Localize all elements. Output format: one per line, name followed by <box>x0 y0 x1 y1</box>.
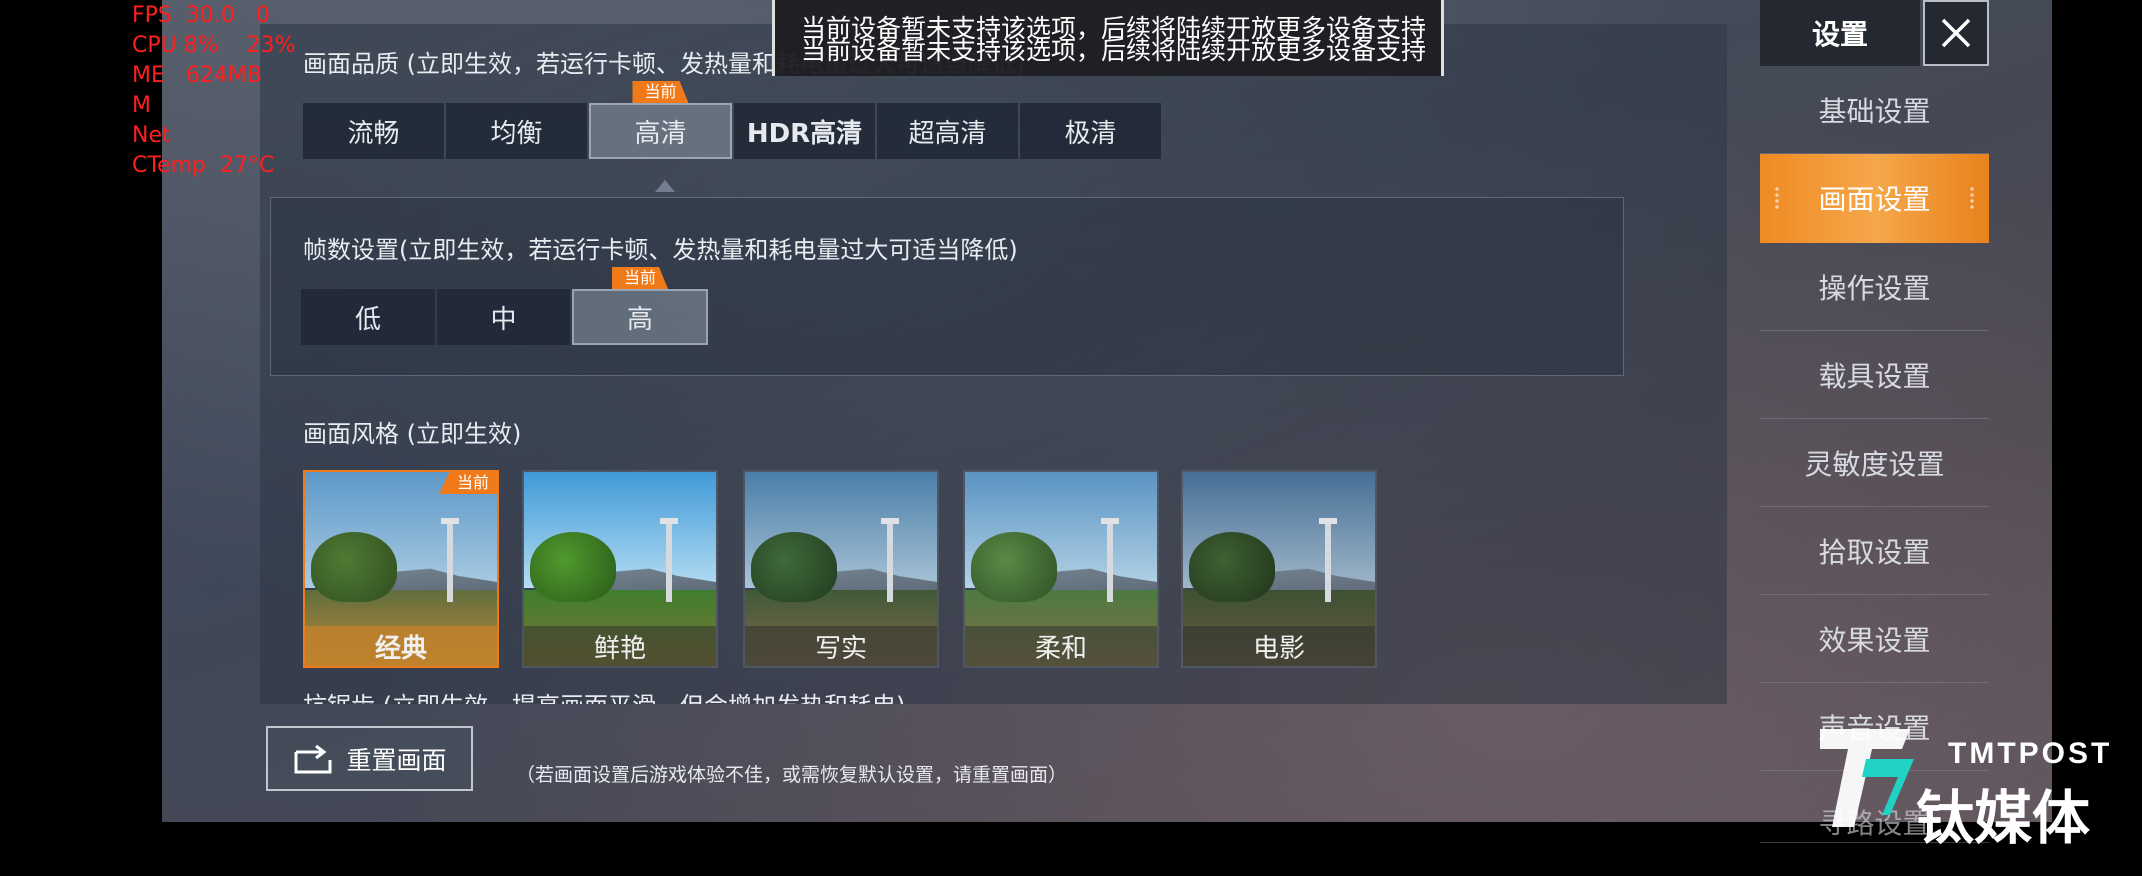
current-badge: 当前 <box>611 267 669 289</box>
debug-line: ME 624MB <box>132 63 262 88</box>
style-label: 经典 <box>305 626 497 666</box>
fps-option-medium[interactable]: 中 <box>437 289 570 345</box>
quality-option-hdr[interactable]: HDR高清 <box>734 103 875 159</box>
style-label: 鲜艳 <box>524 626 716 666</box>
close-icon <box>1941 18 1971 48</box>
toast-line-2: 当前设备暂未支持该选项，后续将陆续开放更多设备支持 <box>801 36 1427 65</box>
debug-line: M <box>132 93 151 118</box>
style-option-realistic[interactable]: 写实 <box>743 470 939 668</box>
watermark-name: 钛媒体 <box>1916 784 2091 852</box>
quality-option-hd[interactable]: 当前 高清 <box>589 81 732 159</box>
quality-option-ultra-hd[interactable]: 超高清 <box>877 103 1018 159</box>
caret-up-icon <box>655 180 675 192</box>
fps-option-low[interactable]: 低 <box>301 289 435 345</box>
reset-note: （若画面设置后游戏体验不佳，或需恢复默认设置，请重置画面） <box>516 764 1068 786</box>
fps-section-title: 帧数设置(立即生效，若运行卡顿、发热量和耗电量过大可适当降低) <box>303 236 1018 264</box>
quality-selector: 流畅 均衡 当前 高清 HDR高清 超高清 极清 <box>303 81 1161 159</box>
style-section-title: 画面风格 (立即生效) <box>303 420 522 448</box>
unsupported-toast: 当前设备暂未支持该选项，后续将陆续开放更多设备支持 当前设备暂未支持该选项，后续… <box>772 0 1444 76</box>
debug-line: CPU 8% 23% <box>132 33 296 58</box>
current-badge: 当前 <box>632 81 689 103</box>
style-label: 柔和 <box>965 626 1157 666</box>
grip-icon <box>1774 186 1780 210</box>
style-label: 写实 <box>745 626 937 666</box>
nav-graphics-settings[interactable]: 画面设置 <box>1760 154 1989 243</box>
nav-basic-settings[interactable]: 基础设置 <box>1760 66 1989 154</box>
reset-label: 重置画面 <box>346 745 447 775</box>
style-option-soft[interactable]: 柔和 <box>963 470 1159 668</box>
settings-title: 设置 <box>1760 0 1920 66</box>
performance-overlay: FPS 30.0 0 CPU 8% 23% ME 624MB M Net CTe… <box>132 1 296 181</box>
sidebar-header: 设置 <box>1760 0 1989 66</box>
tmtpost-watermark: TMTPOST 钛媒体 <box>1810 715 2109 852</box>
nav-control-settings[interactable]: 操作设置 <box>1760 243 1989 331</box>
close-button[interactable] <box>1923 0 1989 66</box>
nav-effects-settings[interactable]: 效果设置 <box>1760 595 1989 683</box>
quality-option-balanced[interactable]: 均衡 <box>446 103 587 159</box>
grip-icon <box>1969 186 1975 210</box>
quality-option-extreme[interactable]: 极清 <box>1020 103 1161 159</box>
quality-option-smooth[interactable]: 流畅 <box>303 103 444 159</box>
style-label: 电影 <box>1183 626 1375 666</box>
watermark-brand: TMTPOST <box>1948 737 2113 770</box>
nav-sensitivity-settings[interactable]: 灵敏度设置 <box>1760 419 1989 507</box>
debug-line: CTemp 27°C <box>132 153 275 178</box>
reset-graphics-button[interactable]: 重置画面 <box>266 726 473 791</box>
fps-settings-box <box>270 197 1624 376</box>
style-option-cinema[interactable]: 电影 <box>1181 470 1377 668</box>
debug-line: Net <box>132 123 171 148</box>
tmtpost-logo-icon <box>1820 729 1914 827</box>
style-option-vivid[interactable]: 鲜艳 <box>522 470 718 668</box>
reset-icon <box>294 744 332 773</box>
nav-pickup-settings[interactable]: 拾取设置 <box>1760 507 1989 595</box>
fps-selector: 低 中 当前 高 <box>301 267 708 345</box>
nav-vehicle-settings[interactable]: 载具设置 <box>1760 331 1989 419</box>
antialias-section-title: 抗锯齿 (立即生效，提高画面平滑，但会增加发热和耗电) <box>303 686 905 704</box>
fps-option-high[interactable]: 当前 高 <box>572 267 708 345</box>
style-option-classic[interactable]: 当前 经典 <box>303 470 499 668</box>
debug-line: FPS 30.0 0 <box>132 3 270 28</box>
antialias-clip: 抗锯齿 (立即生效，提高画面平滑，但会增加发热和耗电) <box>303 686 1303 704</box>
